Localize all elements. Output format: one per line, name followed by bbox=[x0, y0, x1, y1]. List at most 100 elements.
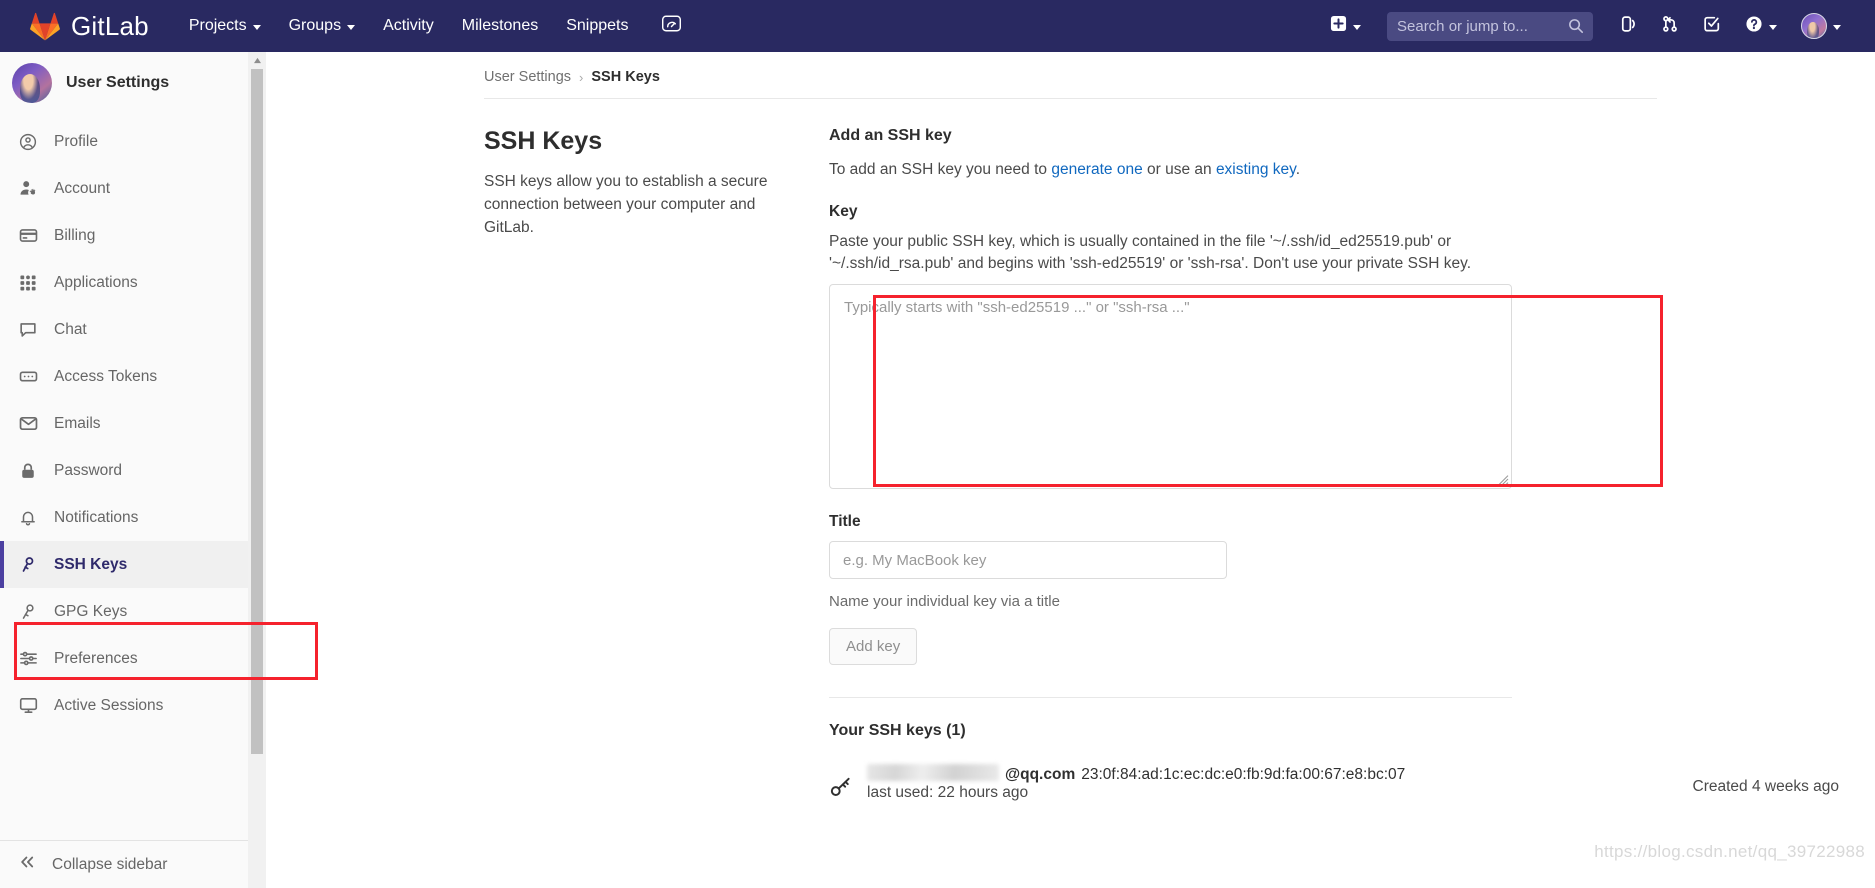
scroll-up-arrow-icon[interactable] bbox=[248, 52, 266, 69]
settings-columns: SSH Keys SSH keys allow you to establish… bbox=[266, 99, 1875, 805]
nav-link-label: Groups bbox=[288, 17, 342, 34]
sidebar-header: User Settings bbox=[0, 52, 265, 114]
sidebar-item-notifications[interactable]: Notifications bbox=[0, 494, 265, 541]
avatar bbox=[12, 63, 52, 103]
user-circle-icon bbox=[18, 133, 38, 151]
sidebar-item-label: Active Sessions bbox=[54, 696, 164, 714]
nav-link-snippets[interactable]: Snippets bbox=[552, 9, 642, 43]
nav-link-label: Milestones bbox=[461, 17, 539, 34]
sidebar-item-profile[interactable]: Profile bbox=[0, 118, 265, 165]
breadcrumb-parent[interactable]: User Settings bbox=[484, 69, 571, 85]
sidebar-item-access-tokens[interactable]: Access Tokens bbox=[0, 353, 265, 400]
issues-button[interactable] bbox=[1609, 8, 1647, 45]
sidebar-title: User Settings bbox=[66, 74, 170, 91]
scrollbar-thumb[interactable] bbox=[251, 69, 263, 754]
sidebar-item-applications[interactable]: Applications bbox=[0, 259, 265, 306]
create-new-button[interactable] bbox=[1320, 8, 1371, 44]
nav-link-projects[interactable]: Projects bbox=[175, 9, 275, 43]
add-ssh-key-form: Add an SSH key To add an SSH key you nee… bbox=[829, 127, 1839, 805]
gitlab-brand[interactable]: GitLab bbox=[18, 11, 149, 42]
chevron-down-icon bbox=[1769, 24, 1777, 30]
sidebar-item-active-sessions[interactable]: Active Sessions bbox=[0, 682, 265, 729]
your-ssh-keys-heading: Your SSH keys (1) bbox=[829, 722, 966, 740]
chevron-down-icon bbox=[1833, 24, 1841, 30]
breadcrumb: User Settings › SSH Keys bbox=[266, 52, 1875, 85]
plus-square-icon bbox=[1330, 15, 1347, 37]
user-settings-sidebar: User Settings Profile Account Billing Ap… bbox=[0, 52, 266, 888]
key-icon bbox=[829, 762, 853, 805]
key-field-help: Paste your public SSH key, which is usua… bbox=[829, 233, 1472, 273]
main-content: User Settings › SSH Keys SSH Keys SSH ke… bbox=[266, 52, 1875, 888]
nav-link-milestones[interactable]: Milestones bbox=[448, 9, 552, 43]
help-icon bbox=[1745, 15, 1763, 38]
search-icon bbox=[1568, 18, 1584, 39]
key-textarea-wrapper bbox=[829, 284, 1512, 490]
gitlab-brand-text: GitLab bbox=[71, 10, 149, 41]
todos-button[interactable] bbox=[1693, 8, 1731, 45]
user-menu-button[interactable] bbox=[1791, 6, 1851, 46]
search-input[interactable]: Search or jump to... bbox=[1387, 11, 1593, 41]
sidebar-item-billing[interactable]: Billing bbox=[0, 212, 265, 259]
navbar-links: Projects Groups Activity Milestones Snip… bbox=[175, 7, 692, 45]
breadcrumb-current[interactable]: SSH Keys bbox=[591, 69, 660, 85]
sidebar-item-label: Emails bbox=[54, 414, 101, 432]
trash-icon[interactable] bbox=[1853, 762, 1875, 802]
breadcrumb-separator: › bbox=[579, 69, 584, 85]
sidebar-scrollbar[interactable] bbox=[248, 52, 266, 888]
search-placeholder: Search or jump to... bbox=[1397, 17, 1528, 35]
add-key-desc-prefix: To add an SSH key you need to bbox=[829, 161, 1052, 178]
add-key-description: To add an SSH key you need to generate o… bbox=[829, 159, 1519, 181]
sidebar-item-label: Applications bbox=[54, 273, 138, 291]
navbar-right-actions: Search or jump to... bbox=[1320, 6, 1857, 46]
collapse-sidebar-label: Collapse sidebar bbox=[52, 855, 168, 873]
chevron-double-left-icon bbox=[18, 853, 36, 876]
key-title-line: @qq.com 23:0f:84:ad:1c:ec:dc:e0:fb:9d:fa… bbox=[867, 762, 1679, 784]
page-title: SSH Keys bbox=[484, 127, 603, 155]
issues-icon bbox=[1619, 15, 1637, 38]
avatar bbox=[1801, 13, 1827, 39]
sidebar-item-label: GPG Keys bbox=[54, 602, 128, 620]
sidebar-item-account[interactable]: Account bbox=[0, 165, 265, 212]
chevron-down-icon bbox=[1353, 24, 1361, 30]
add-key-desc-suffix: . bbox=[1295, 161, 1301, 178]
credit-card-icon bbox=[18, 226, 38, 245]
sidebar-item-label: Access Tokens bbox=[54, 367, 158, 385]
generate-one-link[interactable]: generate one bbox=[1051, 161, 1142, 178]
sidebar-item-ssh-keys[interactable]: SSH Keys bbox=[0, 541, 265, 588]
chevron-down-icon bbox=[252, 24, 261, 30]
sidebar-item-label: Profile bbox=[54, 132, 98, 150]
page-description: SSH keys allow you to establish a secure… bbox=[484, 173, 768, 236]
sidebar-item-gpg-keys[interactable]: GPG Keys bbox=[0, 588, 265, 635]
sidebar-item-label: Billing bbox=[54, 226, 96, 244]
sidebar-item-chat[interactable]: Chat bbox=[0, 306, 265, 353]
grid-apps-icon bbox=[18, 274, 38, 292]
gitlab-logo-icon bbox=[30, 12, 60, 41]
help-button[interactable] bbox=[1735, 8, 1787, 45]
sidebar-item-preferences[interactable]: Preferences bbox=[0, 635, 265, 682]
sidebar-item-label: SSH Keys bbox=[54, 555, 128, 573]
add-key-desc-middle: or use an bbox=[1142, 161, 1216, 178]
monitor-icon bbox=[18, 696, 38, 715]
lock-icon bbox=[18, 462, 38, 480]
key-textarea[interactable] bbox=[829, 284, 1512, 490]
collapse-sidebar-button[interactable]: Collapse sidebar bbox=[0, 840, 265, 888]
nav-link-groups[interactable]: Groups bbox=[275, 9, 369, 43]
add-key-button[interactable]: Add key bbox=[829, 628, 918, 666]
title-field-help: Name your individual key via a title bbox=[829, 593, 1060, 611]
chat-bubble-icon bbox=[18, 321, 38, 339]
dashboard-button[interactable] bbox=[651, 7, 692, 45]
key-email-suffix: @qq.com bbox=[1005, 766, 1076, 784]
sidebar-item-password[interactable]: Password bbox=[0, 447, 265, 494]
nav-link-label: Snippets bbox=[566, 17, 629, 34]
merge-requests-button[interactable] bbox=[1651, 8, 1689, 45]
todos-icon bbox=[1703, 15, 1721, 38]
sidebar-item-emails[interactable]: Emails bbox=[0, 400, 265, 447]
top-navbar: GitLab Projects Groups Activity Mileston… bbox=[0, 0, 1875, 52]
sidebar-item-label: Preferences bbox=[54, 649, 138, 667]
existing-key-link[interactable]: existing key bbox=[1216, 161, 1296, 178]
title-input[interactable] bbox=[829, 541, 1227, 580]
gitlab-ssh-keys-page: GitLab Projects Groups Activity Mileston… bbox=[0, 0, 1875, 888]
key-field-label: Key bbox=[829, 203, 858, 221]
nav-link-label: Projects bbox=[188, 17, 247, 34]
nav-link-activity[interactable]: Activity bbox=[369, 9, 448, 43]
